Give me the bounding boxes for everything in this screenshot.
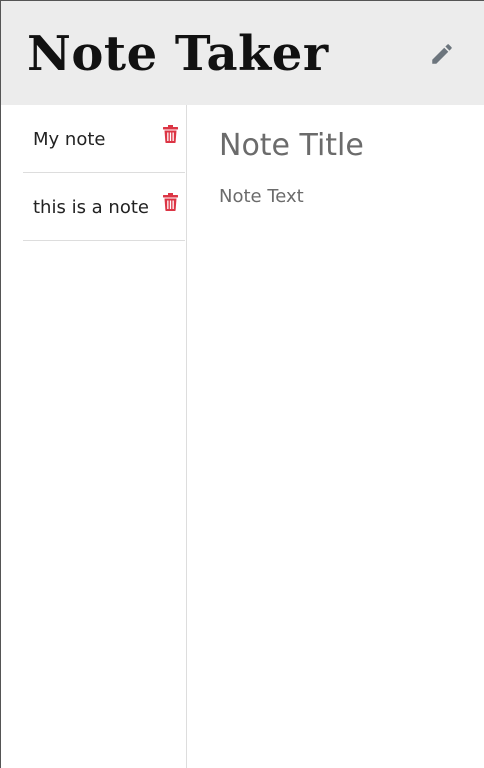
app-title: Note Taker [27,26,329,82]
note-list: My note this is a note [23,105,185,241]
new-note-button[interactable] [427,39,457,69]
notes-sidebar: My note this is a note [1,105,187,768]
trash-icon [162,125,178,143]
note-item-title[interactable]: My note [33,128,105,152]
note-title-input[interactable] [219,123,469,167]
note-item-title[interactable]: this is a note [33,196,149,220]
navbar: Note Taker [1,1,484,105]
pencil-icon [432,44,452,64]
note-editor [187,105,484,768]
list-item[interactable]: this is a note [23,173,185,241]
delete-note-button[interactable] [161,124,179,144]
trash-icon [162,193,178,211]
delete-note-button[interactable] [161,192,179,212]
list-item[interactable]: My note [23,105,185,173]
note-text-input[interactable] [219,185,469,585]
